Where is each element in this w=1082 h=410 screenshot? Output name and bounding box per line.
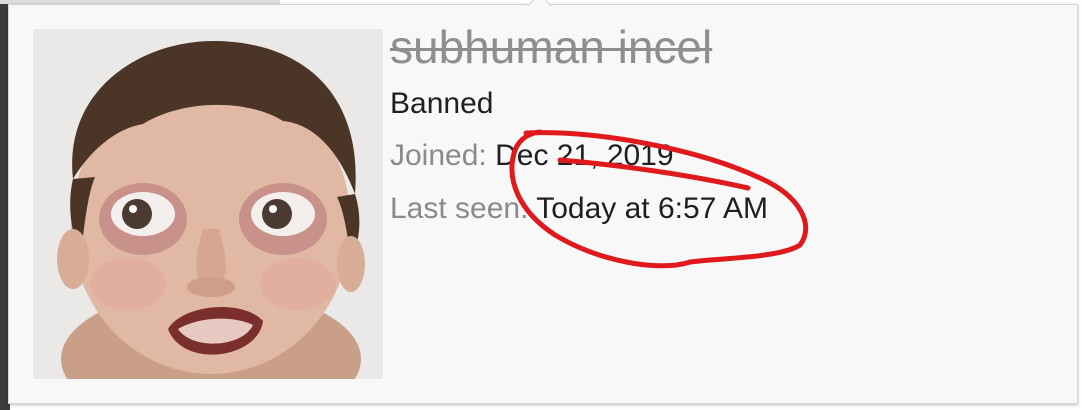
tooltip-arrow (527, 0, 552, 18)
joined-row: Joined: Dec 21, 2019 (390, 138, 1050, 174)
joined-value: Dec 21, 2019 (495, 139, 674, 172)
member-user-title: Banned (390, 87, 494, 120)
member-info: subhuman incel Banned Joined: Dec 21, 20… (390, 20, 1050, 227)
joined-label: Joined: (390, 139, 487, 172)
last-seen-label: Last seen: (390, 192, 529, 225)
member-avatar[interactable] (33, 29, 383, 379)
avatar-image (33, 29, 383, 379)
last-seen-value: Today at 6:57 AM (536, 192, 769, 225)
member-username[interactable]: subhuman incel (390, 20, 1050, 74)
last-seen-row: Last seen: Today at 6:57 AM (390, 191, 1050, 227)
